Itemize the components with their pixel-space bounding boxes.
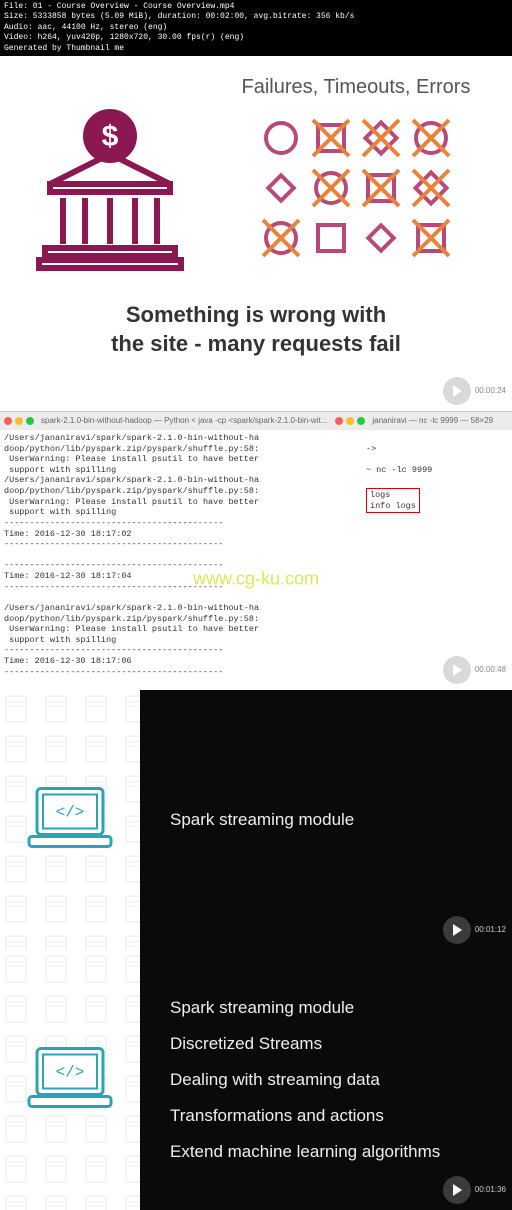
timestamp-text: 00:00:48	[475, 665, 506, 674]
file-metadata: File: 01 - Course Overview - Course Over…	[0, 0, 512, 56]
slide1-caption: Something is wrong with the site - many …	[20, 301, 492, 358]
shapes-grid	[220, 117, 492, 259]
terminal-slide: spark-2.1.0-bin-without-hadoop — Python …	[0, 412, 512, 690]
bank-icon: $	[20, 76, 200, 276]
slide-sidebar: </>	[0, 690, 140, 950]
play-timestamp[interactable]: 00:01:12	[443, 916, 506, 944]
terminal-right-tab: jananiravi — nc -lc 9999 — 58×29	[372, 416, 493, 425]
slide-failures: $ Failures, Timeouts, Errors	[0, 56, 512, 411]
slide-main: Spark streaming module Discretized Strea…	[140, 950, 512, 1210]
meta-size: Size: 5333858 bytes (5.09 MiB), duration…	[4, 12, 508, 22]
minimize-icon[interactable]	[346, 417, 354, 425]
slide1-title: Failures, Timeouts, Errors	[220, 76, 492, 99]
play-icon	[443, 656, 471, 684]
slide-sidebar: </>	[0, 950, 140, 1210]
play-icon	[443, 916, 471, 944]
play-icon	[443, 377, 471, 405]
laptop-icon: </>	[25, 782, 115, 857]
highlighted-log-box: logs info logs	[366, 488, 420, 513]
svg-text:$: $	[102, 120, 119, 153]
svg-text:</>: </>	[56, 1063, 85, 1081]
slide-spark-1: </> Spark streaming module 00:01:12	[0, 690, 512, 950]
maximize-icon[interactable]	[357, 417, 365, 425]
bullet-item: Spark streaming module	[170, 810, 482, 830]
play-icon	[443, 1176, 471, 1204]
maximize-icon[interactable]	[26, 417, 34, 425]
bullet-item: Transformations and actions	[170, 1106, 482, 1126]
meta-video: Video: h264, yuv420p, 1280x720, 30.00 fp…	[4, 33, 508, 43]
meta-audio: Audio: aac, 44100 Hz, stereo (eng)	[4, 23, 508, 33]
bullet-item: Spark streaming module	[170, 998, 482, 1018]
bullet-item: Extend machine learning algorithms	[170, 1142, 482, 1162]
terminal-right-pane: jananiravi — nc -lc 9999 — 58×29 -> ~ nc…	[331, 412, 512, 690]
bullet-item: Discretized Streams	[170, 1034, 482, 1054]
close-icon[interactable]	[335, 417, 343, 425]
laptop-icon: </>	[25, 1042, 115, 1117]
terminal-right-titlebar: jananiravi — nc -lc 9999 — 58×29	[331, 412, 512, 430]
play-timestamp[interactable]: 00:01:36	[443, 1176, 506, 1204]
slide-main: Spark streaming module	[140, 690, 512, 950]
timestamp-text: 00:01:36	[475, 1185, 506, 1194]
terminal-right-output[interactable]: -> ~ nc -lc 9999 logs info logs	[331, 430, 512, 529]
terminal-left-output[interactable]: /Users/jananiravi/spark/spark-2.1.0-bin-…	[0, 430, 331, 723]
meta-gen: Generated by Thumbnail me	[4, 44, 508, 54]
minimize-icon[interactable]	[15, 417, 23, 425]
play-timestamp[interactable]: 00:00:48	[443, 656, 506, 684]
meta-file: File: 01 - Course Overview - Course Over…	[4, 2, 508, 12]
slide-spark-2: </> Spark streaming module Discretized S…	[0, 950, 512, 1210]
svg-text:</>: </>	[56, 803, 85, 821]
timestamp-text: 00:00:24	[475, 386, 506, 395]
bullet-item: Dealing with streaming data	[170, 1070, 482, 1090]
play-timestamp[interactable]: 00:00:24	[443, 377, 506, 405]
terminal-left-tab: spark-2.1.0-bin-without-hadoop — Python …	[41, 416, 327, 425]
terminal-left-titlebar: spark-2.1.0-bin-without-hadoop — Python …	[0, 412, 331, 430]
terminal-left-pane: spark-2.1.0-bin-without-hadoop — Python …	[0, 412, 331, 690]
close-icon[interactable]	[4, 417, 12, 425]
timestamp-text: 00:01:12	[475, 925, 506, 934]
